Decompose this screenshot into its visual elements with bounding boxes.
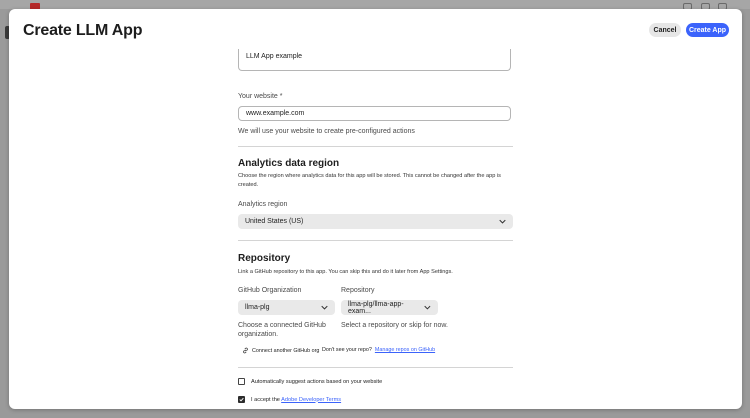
github-org-value: llma-plg: [245, 304, 270, 311]
github-org-label: GitHub Organization: [238, 287, 302, 294]
chevron-down-icon: [321, 305, 328, 310]
checkmark-icon: [239, 397, 244, 402]
website-label-text: Your website: [238, 93, 278, 100]
description-textarea[interactable]: LLM App example: [238, 49, 511, 71]
repository-description: Link a GitHub repository to this app. Yo…: [238, 269, 453, 275]
repository-helper: Select a repository or skip for now.: [341, 322, 448, 329]
analytics-region-value: United States (US): [245, 218, 304, 225]
cancel-button[interactable]: Cancel: [649, 23, 681, 37]
analytics-description: Choose the region where analytics data f…: [238, 173, 501, 188]
repo-missing-row: Don't see your repo? Manage repos on Git…: [322, 347, 435, 353]
analytics-section-title: Analytics data region: [238, 158, 340, 169]
section-divider: [238, 240, 513, 241]
suggest-actions-row[interactable]: Automatically suggest actions based on y…: [238, 378, 382, 385]
accept-terms-prefix: I accept the: [251, 396, 280, 403]
repository-section-title: Repository: [238, 253, 291, 264]
backdrop-app-bar: [0, 0, 750, 9]
create-app-button[interactable]: Create App: [686, 23, 729, 37]
repository-value: llma-plg/llma-app-exam...: [348, 300, 404, 315]
analytics-region-label: Analytics region: [238, 201, 288, 208]
connect-github-org-button[interactable]: Connect another GitHub org: [242, 347, 319, 354]
website-input[interactable]: www.example.com: [238, 106, 511, 121]
repo-missing-text: Don't see your repo?: [322, 347, 372, 353]
dialog-scroll-area[interactable]: LLM App example Your website * www.examp…: [9, 49, 742, 409]
suggest-actions-checkbox[interactable]: [238, 378, 245, 385]
section-divider: [238, 146, 513, 147]
required-mark: *: [279, 93, 283, 100]
accept-terms-label: I accept the Adobe Developer Terms: [251, 397, 341, 403]
repository-select[interactable]: llma-plg/llma-app-exam...: [341, 300, 438, 315]
section-divider: [238, 367, 513, 368]
connect-github-org-label: Connect another GitHub org: [252, 347, 320, 354]
chevron-down-icon: [424, 305, 431, 310]
accept-terms-row[interactable]: I accept the Adobe Developer Terms: [238, 396, 341, 403]
website-helper-text: We will use your website to create pre-c…: [238, 128, 415, 135]
dialog-title: Create LLM App: [23, 22, 143, 39]
website-label: Your website *: [238, 93, 283, 100]
link-icon: [243, 347, 248, 354]
chevron-down-icon: [499, 219, 506, 224]
accept-terms-checkbox[interactable]: [238, 396, 245, 403]
create-app-dialog: Create LLM App Cancel Create App LLM App…: [9, 9, 742, 409]
repository-label: Repository: [341, 287, 375, 294]
manage-repos-link[interactable]: Manage repos on GitHub: [375, 347, 435, 353]
developer-terms-link[interactable]: Adobe Developer Terms: [281, 397, 341, 403]
analytics-region-select[interactable]: United States (US): [238, 214, 513, 229]
github-org-helper: Choose a connected GitHub organization.: [238, 322, 326, 338]
suggest-actions-label: Automatically suggest actions based on y…: [251, 378, 383, 385]
github-org-select[interactable]: llma-plg: [238, 300, 335, 315]
